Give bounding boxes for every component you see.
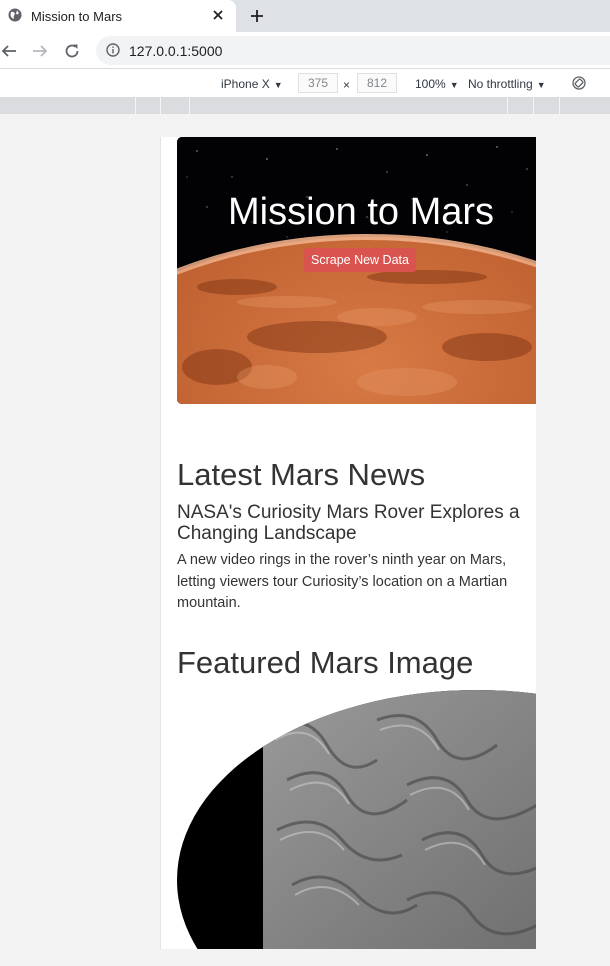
media-query-ruler[interactable] [0,97,610,114]
globe-icon [8,8,22,22]
caret-down-icon: ▼ [273,80,283,90]
url-text[interactable]: 127.0.0.1:5000 [129,43,222,59]
ruler-mark [533,97,534,114]
new-tab-icon[interactable] [248,7,266,25]
device-viewport: Mission to Mars Scrape New Data Latest M… [160,137,536,949]
scrape-new-data-button[interactable]: Scrape New Data [304,248,416,272]
browser-toolbar: 127.0.0.1:5000 [0,32,610,68]
rotate-icon[interactable] [571,75,587,91]
device-name: iPhone X [221,77,270,91]
caret-down-icon: ▼ [536,80,546,90]
zoom-select[interactable]: 100% ▼ [415,77,459,91]
ruler-mark [507,97,508,114]
throttling-select[interactable]: No throttling ▼ [468,77,546,91]
news-paragraph: A new video rings in the rover’s ninth y… [177,552,508,611]
caret-down-icon: ▼ [449,80,459,90]
device-select[interactable]: iPhone X ▼ [221,77,283,91]
back-arrow-icon[interactable] [0,42,18,60]
ruler-mark [189,97,190,114]
news-heading: Latest Mars News [177,457,426,492]
featured-image-heading: Featured Mars Image [177,645,474,680]
browser-tab[interactable]: Mission to Mars [0,0,236,32]
reload-icon[interactable] [63,42,81,60]
forward-arrow-icon[interactable] [31,42,49,60]
zoom-value: 100% [415,77,446,91]
ruler-mark [135,97,136,114]
news-title: NASA's Curiosity Mars Rover Explores a C… [177,502,520,544]
info-icon[interactable] [106,43,120,57]
jumbotron: Mission to Mars Scrape New Data [177,137,536,404]
address-bar[interactable]: 127.0.0.1:5000 [96,36,610,65]
tab-strip: Mission to Mars [0,0,610,32]
page-title: Mission to Mars [227,191,495,233]
dimension-separator: × [343,78,351,92]
device-toolbar: iPhone X ▼ 375 × 812 100% ▼ No throttling ▼ [0,68,610,98]
height-input[interactable]: 812 [357,73,397,93]
width-input[interactable]: 375 [298,73,338,93]
close-tab-icon[interactable] [211,8,225,22]
tab-title: Mission to Mars [31,9,123,24]
ruler-mark [559,97,560,114]
throttling-value: No throttling [468,77,533,91]
ruler-mark [160,97,161,114]
featured-mars-image [177,690,536,949]
